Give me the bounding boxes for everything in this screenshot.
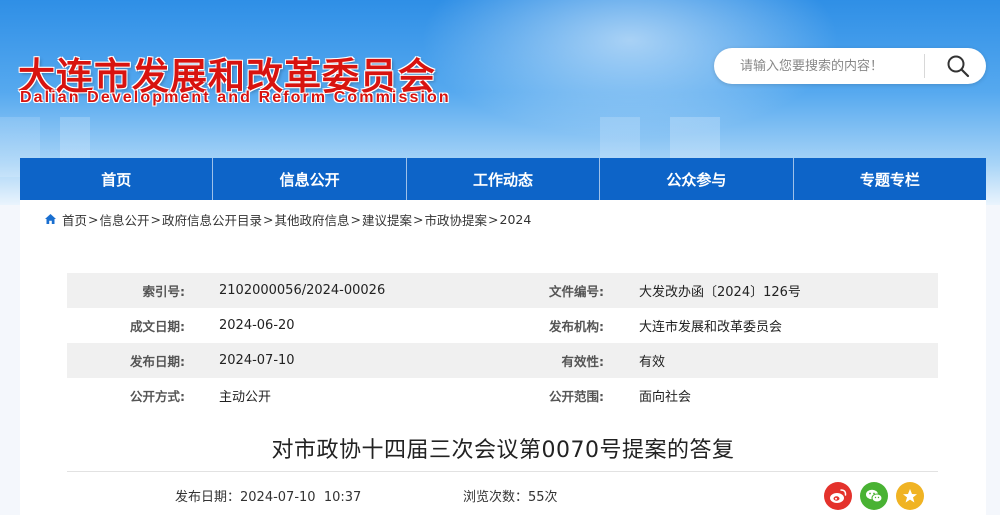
search-icon [947,55,970,78]
share-weibo-button[interactable] [824,482,852,510]
metadata-row: 成文日期: 2024-06-20 发布机构: 大连市发展和改革委员会 [67,308,938,343]
metadata-value-written-date: 2024-06-20 [219,318,295,333]
metadata-value-disclosure-scope: 面向社会 [639,390,692,405]
document-metadata-table: 索引号: 2102000056/2024-00026 文件编号: 大发改办函〔2… [67,273,938,413]
metadata-label-disclosure-scope: 公开范围: [549,389,604,404]
search-box [714,48,986,84]
breadcrumb-link-home[interactable]: 首页 [62,210,87,229]
breadcrumb-link-info-disclosure[interactable]: 信息公开 [100,210,150,229]
metadata-value-validity: 有效 [639,355,666,370]
metadata-row: 发布日期: 2024-07-10 有效性: 有效 [67,343,938,378]
nav-item-home[interactable]: 首页 [20,158,214,200]
wechat-icon [866,489,883,503]
metadata-label-validity: 有效性: [561,354,605,369]
document-title: 对市政协十四届三次会议第0070号提案的答复 [271,438,735,463]
breadcrumb-separator: > [350,211,361,227]
nav-item-public-participation[interactable]: 公众参与 [600,158,794,200]
views-count: 55次 [528,490,558,505]
nav-item-special-topics[interactable]: 专题专栏 [794,158,986,200]
metadata-row: 公开方式: 主动公开 公开范围: 面向社会 [67,378,938,413]
views-info: 浏览次数：55次 [463,486,558,505]
star-icon [903,489,917,503]
views-label: 浏览次数： [463,490,529,505]
metadata-value-disclosure-method: 主动公开 [219,390,272,405]
metadata-value-doc-number: 大发改办函〔2024〕126号 [639,285,801,300]
metadata-label-issuer: 发布机构: [549,319,604,334]
breadcrumb-separator: > [488,211,499,227]
breadcrumb-separator: > [88,211,99,227]
metadata-label-doc-number: 文件编号: [549,284,604,299]
share-buttons [824,482,924,510]
main-nav: 首页 信息公开 工作动态 公众参与 专题专栏 [20,158,986,200]
title-divider [67,471,938,472]
search-input[interactable] [714,48,924,84]
share-wechat-button[interactable] [860,482,888,510]
breadcrumb-link-year[interactable]: 2024 [500,212,532,227]
search-divider [924,54,925,78]
metadata-label-publish-date: 发布日期: [130,354,185,369]
breadcrumb-separator: > [263,211,274,227]
breadcrumb-link-proposals[interactable]: 建议提案 [362,210,412,229]
metadata-label-index: 索引号: [142,284,186,299]
breadcrumb-link-other-info[interactable]: 其他政府信息 [275,210,350,229]
breadcrumb-separator: > [413,211,424,227]
breadcrumb-link-catalog[interactable]: 政府信息公开目录 [162,210,262,229]
metadata-label-disclosure-method: 公开方式: [130,389,185,404]
nav-item-info-disclosure[interactable]: 信息公开 [213,158,407,200]
metadata-value-issuer: 大连市发展和改革委员会 [639,320,783,335]
content-panel: 首页 > 信息公开 > 政府信息公开目录 > 其他政府信息 > 建议提案 > 市… [20,200,986,515]
metadata-row: 索引号: 2102000056/2024-00026 文件编号: 大发改办函〔2… [67,273,938,308]
publish-datetime: 2024-07-10 10:37 [240,490,362,505]
metadata-value-index: 2102000056/2024-00026 [219,283,386,298]
nav-item-work-news[interactable]: 工作动态 [407,158,601,200]
publish-label: 发布日期： [175,490,241,505]
home-icon [44,213,57,225]
share-favorite-button[interactable] [896,482,924,510]
breadcrumb-link-cppcc-proposals[interactable]: 市政协提案 [425,210,488,229]
metadata-value-publish-date: 2024-07-10 [219,353,295,368]
breadcrumb-separator: > [150,211,161,227]
metadata-label-written-date: 成文日期: [130,319,185,334]
search-button[interactable] [930,48,986,84]
site-logo-subtitle: Dalian Development and Reform Commission [20,89,451,106]
publish-info: 发布日期：2024-07-10 10:37 [175,486,361,505]
breadcrumb: 首页 > 信息公开 > 政府信息公开目录 > 其他政府信息 > 建议提案 > 市… [44,210,532,229]
weibo-icon [830,489,847,503]
